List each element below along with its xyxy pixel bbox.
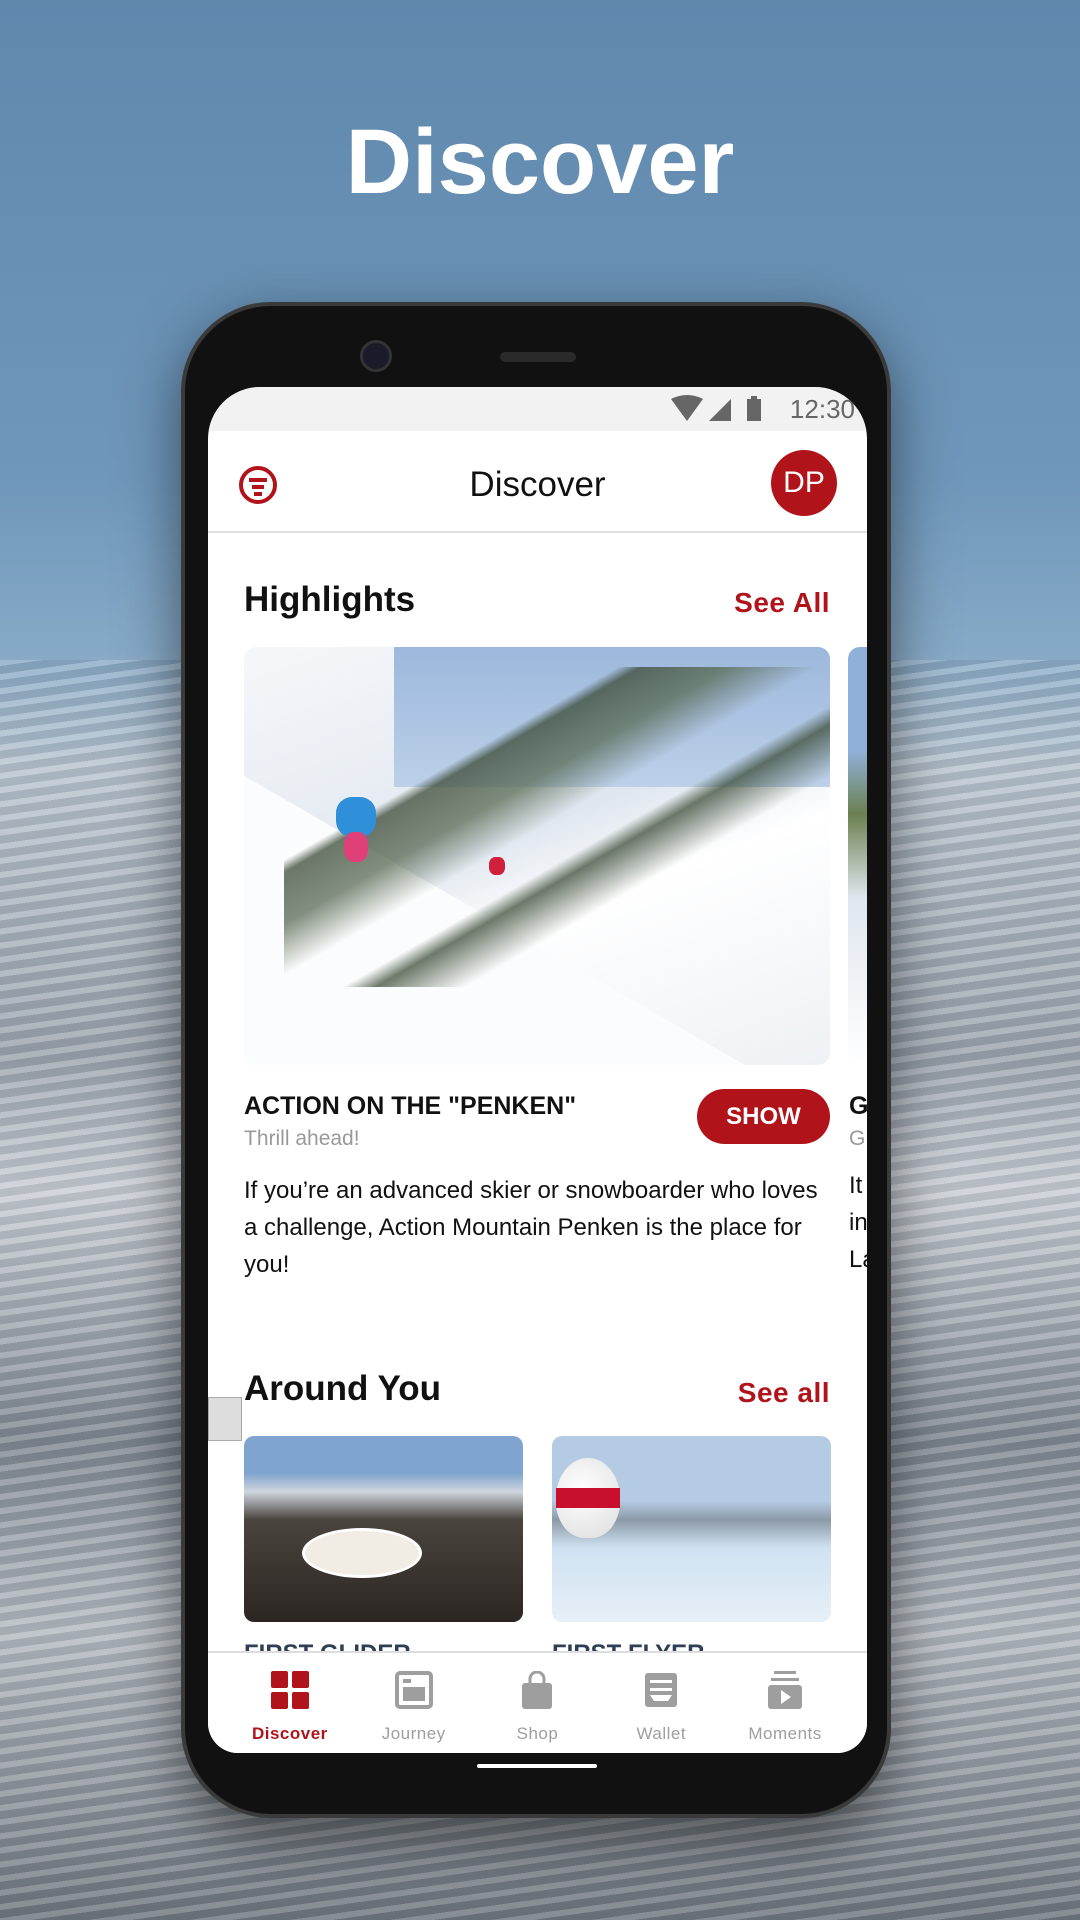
next-highlight-image[interactable] [848, 647, 867, 1065]
nav-shop[interactable]: Shop [482, 1653, 592, 1753]
peek-subtitle: G [849, 1127, 866, 1150]
nav-discover[interactable]: Discover [235, 1653, 345, 1753]
highlights-see-all-link[interactable]: See All [734, 587, 830, 619]
wifi-icon [671, 395, 703, 421]
grid-icon [270, 1671, 309, 1709]
around-you-title: Around You [244, 1369, 442, 1408]
nav-label: Discover [251, 1724, 328, 1743]
battery-icon [747, 399, 761, 421]
status-bar: 12:30 [208, 387, 867, 431]
avatar[interactable]: DP [771, 450, 837, 516]
app-bar: Discover DP [208, 431, 867, 533]
around-item-image[interactable] [552, 1436, 831, 1622]
nav-label: Shop [516, 1724, 559, 1743]
nav-wallet[interactable]: Wallet [606, 1653, 716, 1753]
nav-moments[interactable]: Moments [730, 1653, 840, 1753]
nav-journey[interactable]: Journey [359, 1653, 469, 1753]
promo-title: Discover [345, 111, 735, 213]
camera [360, 340, 392, 372]
status-icons [671, 395, 761, 421]
highlight-image[interactable] [244, 647, 830, 1065]
clock: 12:30 [789, 394, 855, 424]
highlights-title: Highlights [244, 580, 416, 619]
page-title: Discover [469, 465, 606, 504]
wallet-icon [645, 1673, 678, 1707]
app-screen: 12:30 Discover DP Highlights See All ACT… [208, 387, 867, 1753]
side-handle[interactable] [208, 1397, 242, 1441]
around-you-see-all-link[interactable]: See all [738, 1377, 830, 1409]
peek-title: G [849, 1092, 867, 1120]
home-indicator[interactable] [477, 1764, 597, 1768]
around-item-image[interactable] [244, 1436, 523, 1622]
peek-line: It [849, 1172, 863, 1199]
highlight-title: ACTION ON THE "PENKEN" [244, 1092, 577, 1120]
skier [336, 797, 376, 837]
peek-line: La [849, 1246, 867, 1273]
signal-icon [709, 399, 731, 421]
nav-label: Journey [381, 1724, 446, 1743]
nav-label: Moments [748, 1724, 822, 1743]
highlight-subtitle: Thrill ahead! [244, 1127, 360, 1150]
nav-label: Wallet [636, 1724, 687, 1743]
peek-line: in [849, 1209, 867, 1236]
speaker [500, 352, 576, 362]
journey-icon [394, 1671, 433, 1709]
show-button[interactable]: SHOW [697, 1089, 830, 1144]
highlight-description: If you’re an advanced skier or snowboard… [244, 1177, 818, 1278]
moments-icon [768, 1671, 803, 1709]
bottom-nav: Discover Journey Shop Wallet Moments [208, 1651, 867, 1753]
shopping-bag-icon [522, 1670, 553, 1709]
